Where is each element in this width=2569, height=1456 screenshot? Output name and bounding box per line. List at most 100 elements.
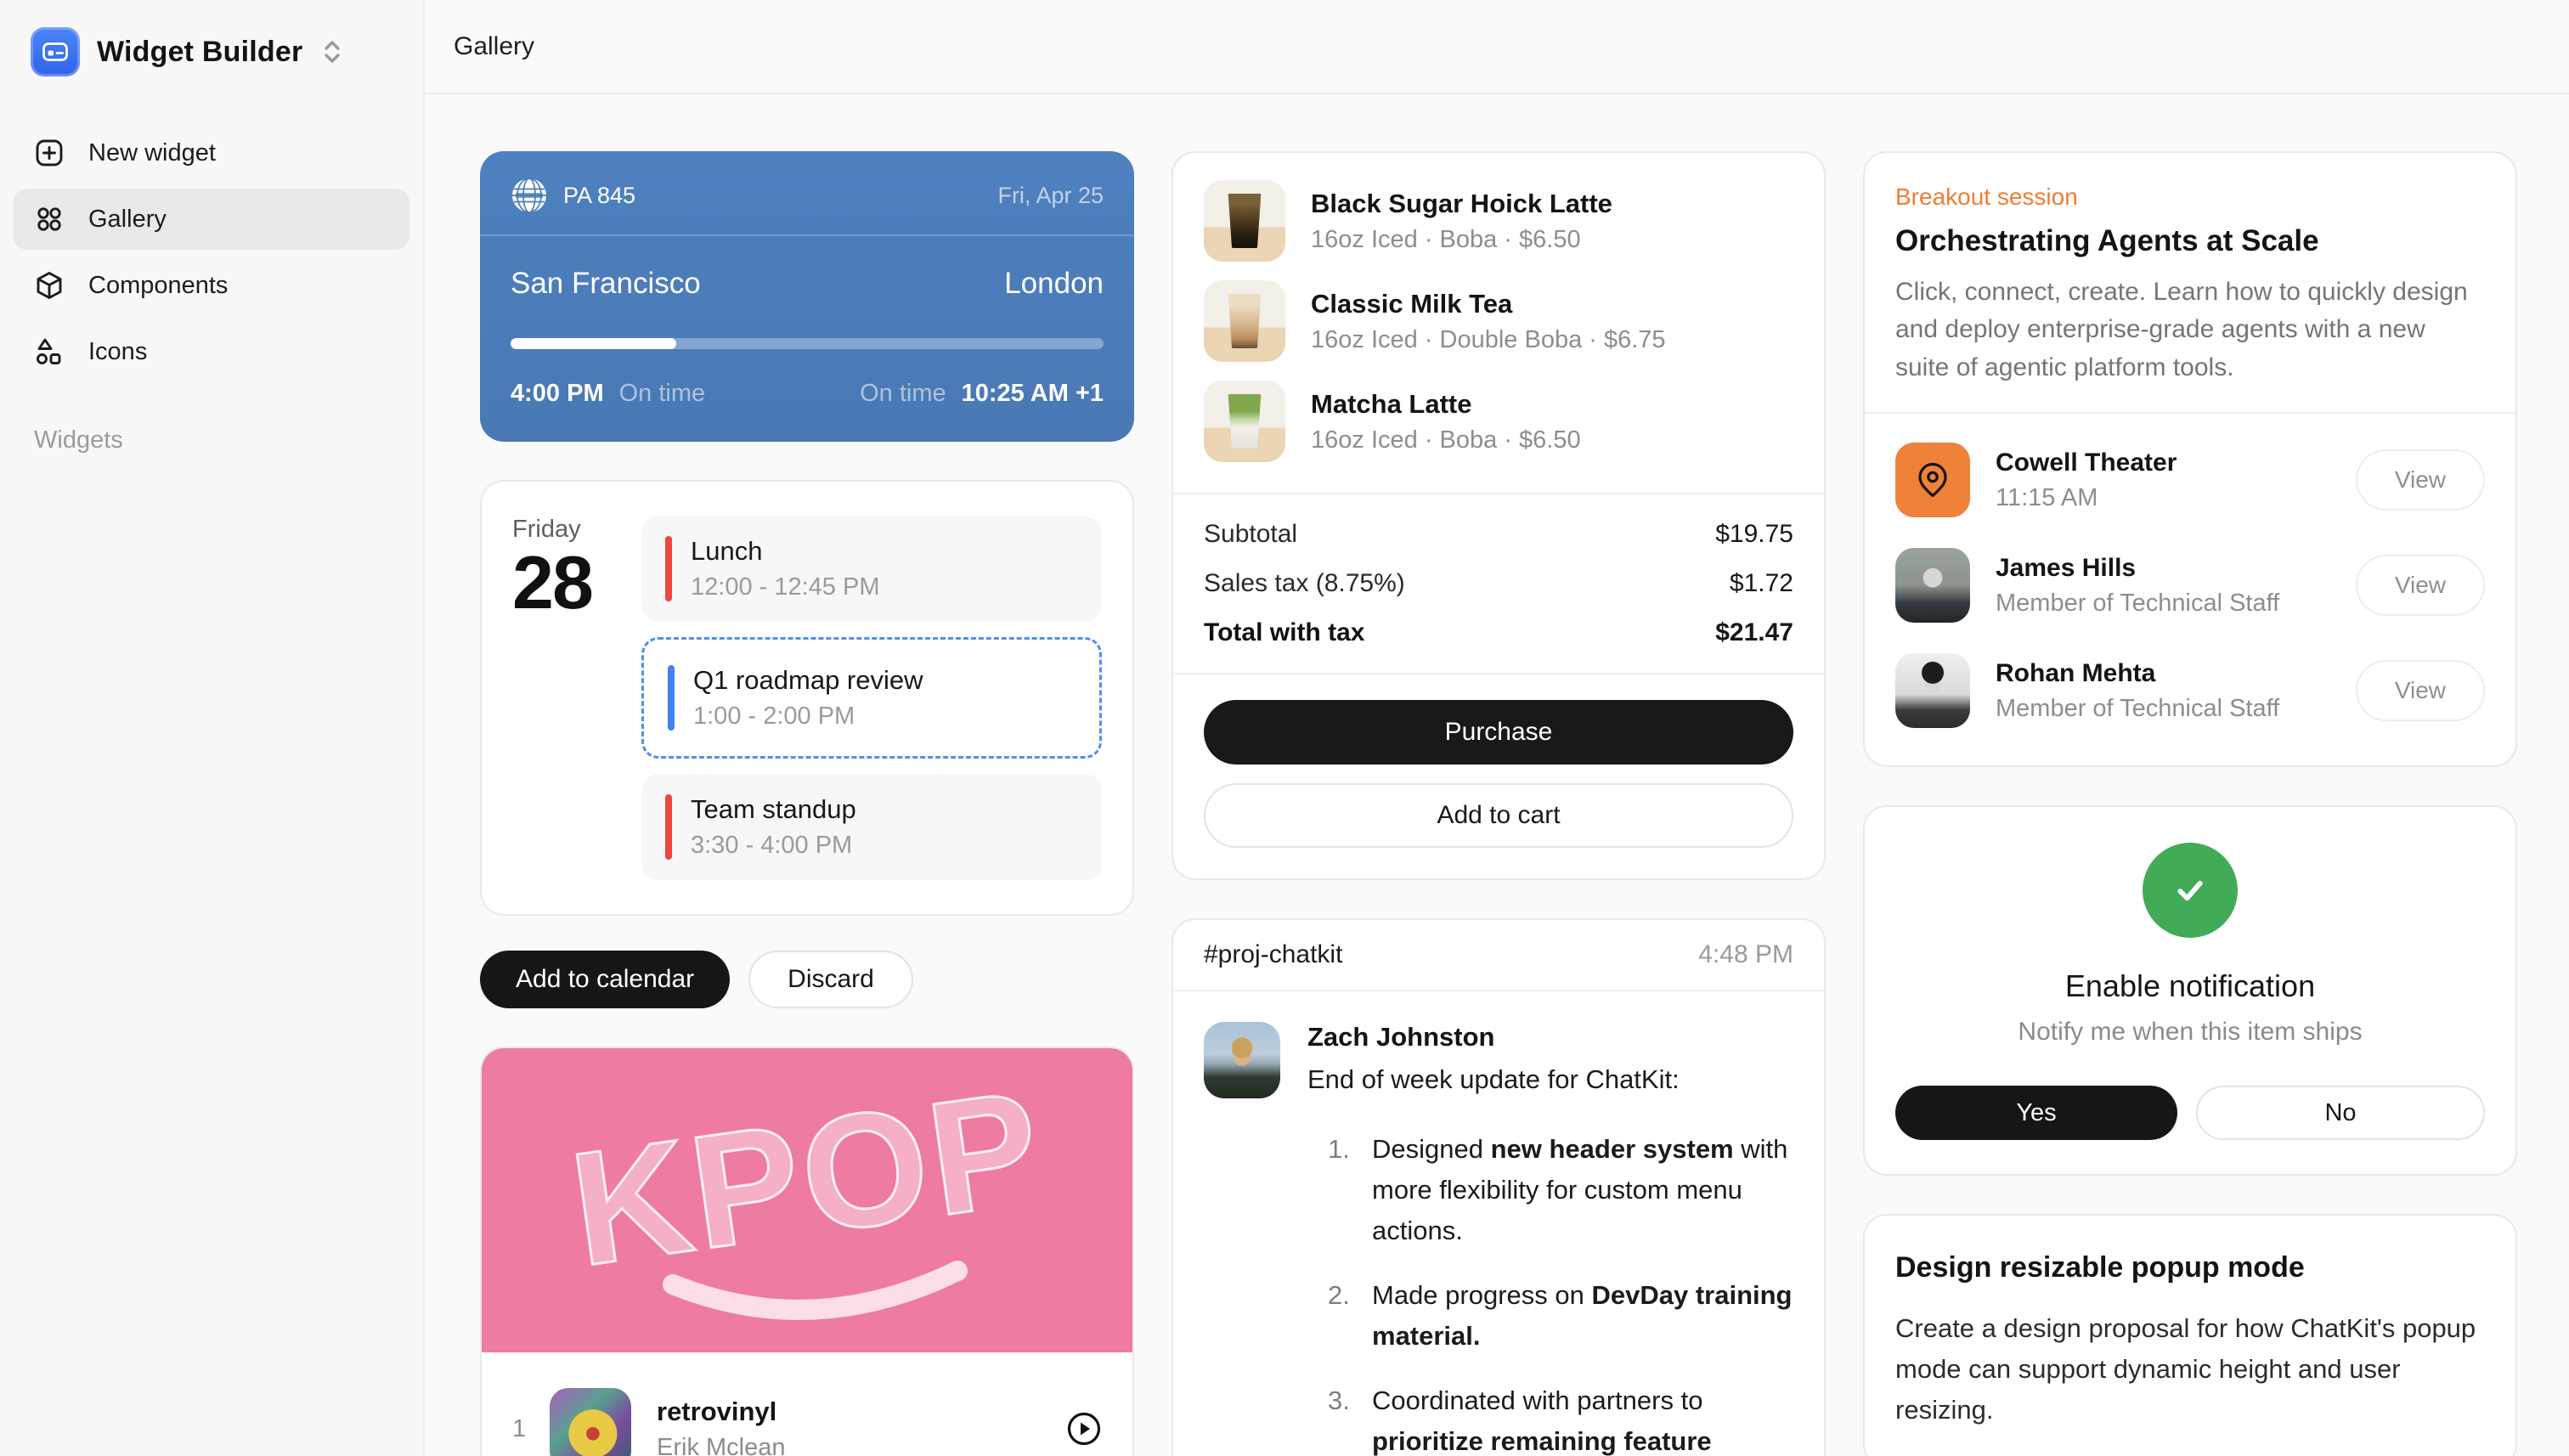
view-button[interactable]: View (2356, 555, 2485, 616)
track-list: 1 retrovinyl Erik Mclean (482, 1352, 1132, 1456)
list-item: 2. Made progress on DevDay training mate… (1328, 1275, 1793, 1357)
playlist-cover-art: KPOP (482, 1048, 1132, 1352)
flight-date: Fri, Apr 25 (997, 183, 1104, 209)
chat-header: #proj-chatkit 4:48 PM (1173, 920, 1824, 991)
page-title: Gallery (454, 32, 534, 61)
event-team-standup[interactable]: Team standup 3:30 - 4:00 PM (641, 774, 1102, 880)
item-name: Black Sugar Hoick Latte (1311, 189, 1612, 219)
order-widget: Black Sugar Hoick Latte 16oz Iced · Boba… (1172, 151, 1826, 880)
purchase-button[interactable]: Purchase (1204, 700, 1793, 765)
item-meta: 16oz Iced · Boba · $6.50 (1311, 226, 1612, 254)
session-time: 11:15 AM (1996, 484, 2330, 512)
top-bar: Gallery (425, 0, 2569, 94)
view-button[interactable]: View (2356, 660, 2485, 721)
total-label: Total with tax (1204, 618, 1364, 647)
location-pin-icon (1895, 443, 1970, 517)
playlist-widget: KPOP 1 retrovinyl Erik Mclean (480, 1047, 1134, 1456)
message-author: Zach Johnston (1307, 1022, 1793, 1052)
order-totals: Subtotal $19.75 Sales tax (8.75%) $1.72 … (1173, 494, 1824, 673)
speaker-row: Rohan Mehta Member of Technical Staff Vi… (1895, 638, 2485, 743)
event-list: Lunch 12:00 - 12:45 PM Q1 roadmap review… (641, 516, 1102, 880)
avatar (1204, 1022, 1280, 1098)
plus-square-icon (32, 136, 66, 170)
event-q1-roadmap-review[interactable]: Q1 roadmap review 1:00 - 2:00 PM (641, 637, 1102, 759)
calendar-widget: Friday 28 Lunch 12:00 - 12:45 PM (480, 480, 1134, 916)
sidebar-item-icons[interactable]: Icons (14, 321, 409, 382)
subtotal-label: Subtotal (1204, 520, 1297, 549)
destination-city: London (1004, 267, 1104, 301)
gallery-content: PA 845 Fri, Apr 25 San Francisco London … (425, 94, 2569, 1456)
order-item: Black Sugar Hoick Latte 16oz Iced · Boba… (1204, 180, 1793, 262)
chat-widget: #proj-chatkit 4:48 PM Zach Johnston End … (1172, 918, 1826, 1456)
list-number: 3. (1328, 1380, 1372, 1456)
avatar (1895, 653, 1970, 728)
add-to-cart-button[interactable]: Add to cart (1204, 783, 1793, 848)
sidebar-item-new-widget[interactable]: New widget (14, 122, 409, 183)
discard-button[interactable]: Discard (748, 951, 913, 1008)
sidebar-item-gallery[interactable]: Gallery (14, 189, 409, 250)
notification-actions: Yes No (1895, 1086, 2485, 1140)
app-logo-icon (31, 27, 80, 76)
speaker-role: Member of Technical Staff (1996, 695, 2330, 723)
event-lunch[interactable]: Lunch 12:00 - 12:45 PM (641, 516, 1102, 622)
sidebar-item-label: Components (88, 272, 228, 300)
no-button[interactable]: No (2196, 1086, 2485, 1140)
play-icon[interactable] (1066, 1411, 1102, 1447)
session-detail-list: Cowell Theater 11:15 AM View James Hills… (1865, 414, 2515, 765)
depart-time: 4:00 PM (511, 380, 604, 408)
list-item: 3. Coordinated with partners to prioriti… (1328, 1380, 1793, 1456)
event-title: Lunch (691, 536, 879, 567)
flight-widget[interactable]: PA 845 Fri, Apr 25 San Francisco London … (480, 151, 1134, 442)
event-color-bar (668, 665, 675, 731)
app-window: Widget Builder New widget (0, 0, 2569, 1456)
flight-progress-track (511, 338, 1104, 349)
track-number: 1 (512, 1415, 550, 1443)
day-number: 28 (512, 544, 641, 622)
session-widget: Breakout session Orchestrating Agents at… (1863, 151, 2517, 767)
column-2: Black Sugar Hoick Latte 16oz Iced · Boba… (1172, 151, 1826, 1456)
session-description: Click, connect, create. Learn how to qui… (1895, 274, 2485, 387)
chat-message: Zach Johnston End of week update for Cha… (1173, 991, 1824, 1456)
sidebar-item-label: Gallery (88, 206, 167, 234)
speaker-name: Rohan Mehta (1996, 659, 2330, 688)
origin-city: San Francisco (511, 267, 701, 301)
shapes-icon (32, 335, 66, 369)
sidebar: Widget Builder New widget (0, 0, 425, 1456)
tax-label: Sales tax (8.75%) (1204, 569, 1405, 598)
yes-button[interactable]: Yes (1895, 1086, 2177, 1140)
session-eyebrow: Breakout session (1895, 183, 2485, 211)
speaker-row: James Hills Member of Technical Staff Vi… (1895, 533, 2485, 638)
column-3: Breakout session Orchestrating Agents at… (1863, 151, 2517, 1456)
view-button[interactable]: View (2356, 449, 2485, 511)
event-title: Q1 roadmap review (693, 665, 923, 696)
message-timestamp: 4:48 PM (1698, 940, 1793, 969)
avatar (1895, 548, 1970, 623)
app-title: Widget Builder (97, 36, 302, 69)
location-name: Cowell Theater (1996, 449, 2330, 477)
task-widget: Design resizable popup mode Create a des… (1863, 1214, 2517, 1456)
gallery-grid-icon (32, 202, 66, 236)
message-intro: End of week update for ChatKit: (1307, 1064, 1793, 1095)
session-location-row: Cowell Theater 11:15 AM View (1895, 427, 2485, 533)
item-name: Matcha Latte (1311, 389, 1581, 420)
notification-widget: Enable notification Notify me when this … (1863, 805, 2517, 1176)
success-check-icon (2143, 843, 2238, 938)
divider (480, 234, 1134, 236)
speaker-name: James Hills (1996, 554, 2330, 583)
workspace-switcher[interactable]: Widget Builder (14, 24, 409, 85)
tax-value: $1.72 (1730, 569, 1793, 598)
arrive-time: 10:25 AM +1 (962, 380, 1104, 408)
track-artwork (550, 1388, 631, 1456)
drink-photo (1204, 280, 1285, 362)
drink-photo (1204, 180, 1285, 262)
event-time: 3:30 - 4:00 PM (691, 832, 856, 860)
sidebar-item-label: Icons (88, 338, 147, 366)
notification-subtitle: Notify me when this item ships (2018, 1018, 2362, 1047)
message-ordered-list: 1. Designed new header system with more … (1307, 1129, 1793, 1456)
add-to-calendar-button[interactable]: Add to calendar (480, 951, 730, 1008)
order-item-list: Black Sugar Hoick Latte 16oz Iced · Boba… (1173, 153, 1824, 472)
event-title: Team standup (691, 794, 856, 825)
track-row[interactable]: 1 retrovinyl Erik Mclean (512, 1374, 1102, 1456)
sidebar-item-components[interactable]: Components (14, 255, 409, 316)
main-area: Gallery (425, 0, 2569, 1456)
